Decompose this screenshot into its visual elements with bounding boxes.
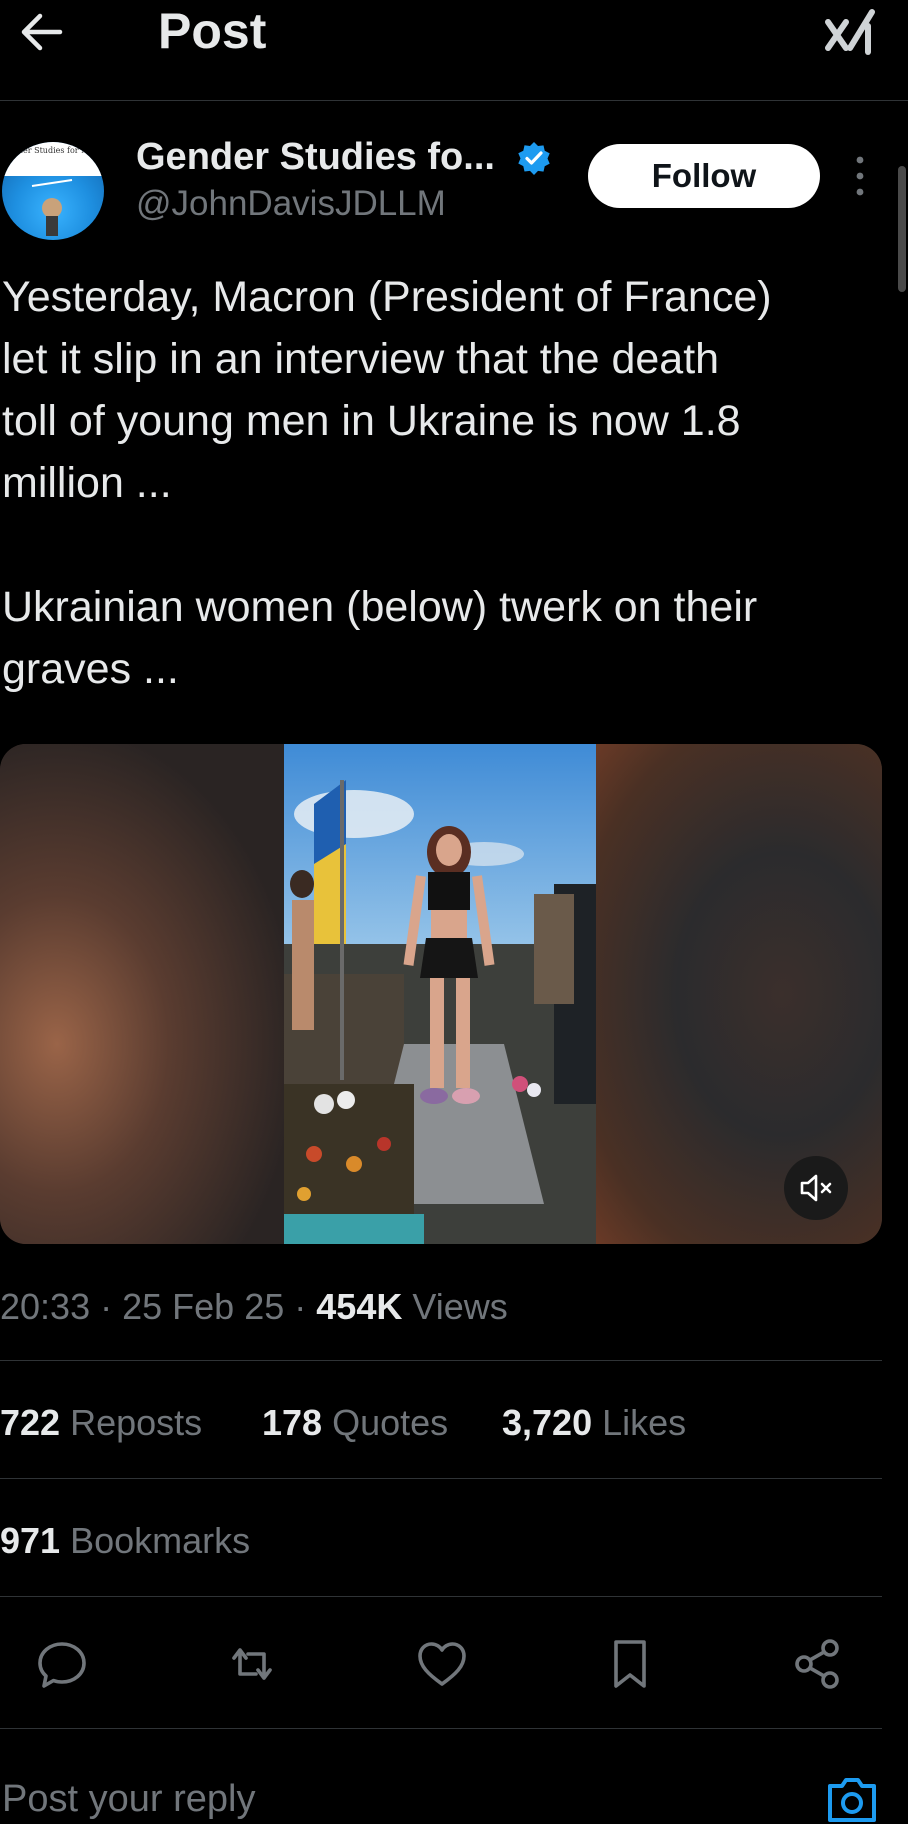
scrollbar[interactable] bbox=[898, 166, 906, 292]
reposts-count: 722 bbox=[0, 1402, 61, 1443]
views-count: 454K bbox=[316, 1286, 403, 1327]
bookmark-icon[interactable] bbox=[602, 1636, 658, 1692]
like-icon[interactable] bbox=[414, 1636, 470, 1692]
divider bbox=[0, 1596, 882, 1597]
likes-stat[interactable]: 3,720 Likes bbox=[502, 1402, 686, 1444]
video-blur-left bbox=[0, 744, 284, 1244]
quotes-label: Quotes bbox=[332, 1402, 449, 1443]
quotes-stat[interactable]: 178 Quotes bbox=[262, 1402, 448, 1444]
top-bar bbox=[0, 0, 908, 101]
author-handle[interactable]: @JohnDavisJDLLM bbox=[136, 184, 446, 224]
reply-icon[interactable] bbox=[34, 1636, 90, 1692]
more-options-icon[interactable] bbox=[848, 154, 872, 198]
author-name[interactable]: Gender Studies fo... bbox=[136, 136, 495, 179]
post-date: 25 Feb 25 bbox=[122, 1286, 285, 1327]
video-frame bbox=[284, 744, 596, 1244]
video-player[interactable] bbox=[0, 744, 882, 1244]
divider bbox=[0, 1360, 882, 1361]
grok-icon[interactable] bbox=[824, 8, 878, 56]
follow-button[interactable]: Follow bbox=[588, 144, 820, 208]
divider bbox=[0, 1478, 882, 1479]
avatar[interactable]: ender Studies for Me bbox=[2, 142, 104, 240]
bookmarks-count: 971 bbox=[0, 1520, 61, 1561]
page-title: Post bbox=[158, 3, 267, 59]
likes-label: Likes bbox=[602, 1402, 687, 1443]
arrow-left-icon[interactable] bbox=[16, 6, 68, 58]
share-icon[interactable] bbox=[790, 1636, 846, 1692]
bookmarks-label: Bookmarks bbox=[70, 1520, 251, 1561]
meta-separator: · bbox=[100, 1286, 113, 1327]
reposts-label: Reposts bbox=[70, 1402, 203, 1443]
meta-separator: · bbox=[294, 1286, 307, 1327]
likes-count: 3,720 bbox=[502, 1402, 593, 1443]
mute-button[interactable] bbox=[784, 1156, 848, 1220]
repost-icon[interactable] bbox=[224, 1636, 280, 1692]
post-text: Yesterday, Macron (President of France) … bbox=[2, 273, 772, 693]
reply-input[interactable]: Post your reply bbox=[2, 1778, 255, 1821]
camera-icon[interactable] bbox=[824, 1774, 880, 1824]
post-time: 20:33 bbox=[0, 1286, 91, 1327]
quotes-count: 178 bbox=[262, 1402, 323, 1443]
reposts-stat[interactable]: 722 Reposts bbox=[0, 1402, 202, 1444]
post-meta: 20:33 · 25 Feb 25 · 454K Views bbox=[0, 1286, 508, 1328]
divider bbox=[0, 1728, 882, 1729]
views-label[interactable]: Views bbox=[412, 1286, 507, 1327]
verified-badge-icon bbox=[516, 140, 552, 176]
bookmarks-stat[interactable]: 971 Bookmarks bbox=[0, 1520, 250, 1562]
